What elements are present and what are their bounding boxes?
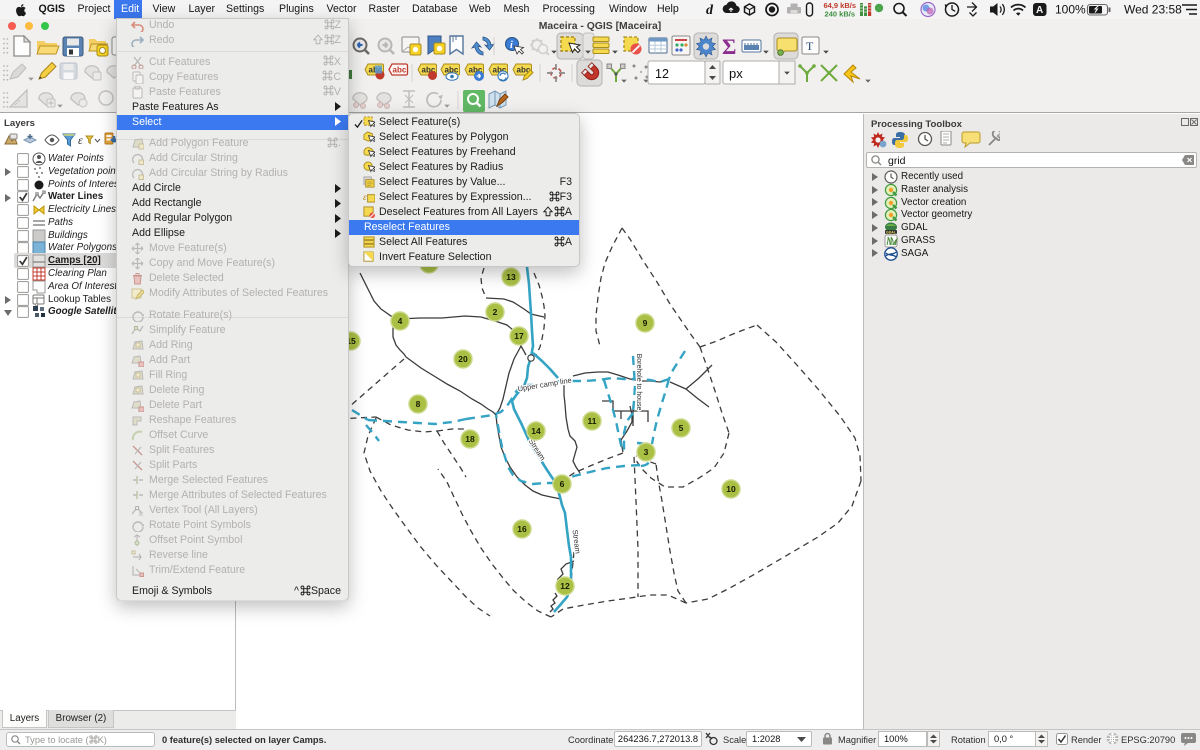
svg-text:12: 12 bbox=[655, 67, 669, 81]
svg-text:Stream: Stream bbox=[571, 529, 583, 554]
svg-text:4: 4 bbox=[398, 316, 403, 326]
svg-text:Stream: Stream bbox=[527, 437, 548, 462]
svg-text:px: px bbox=[729, 66, 743, 81]
svg-text:12: 12 bbox=[560, 581, 570, 591]
svg-text:abc: abc bbox=[393, 66, 407, 75]
svg-text:9: 9 bbox=[643, 318, 648, 328]
svg-text:Borehole to house: Borehole to house bbox=[635, 354, 642, 411]
svg-text:20: 20 bbox=[458, 354, 468, 364]
svg-text:6: 6 bbox=[560, 479, 565, 489]
svg-text:2: 2 bbox=[493, 307, 498, 317]
svg-text:3: 3 bbox=[644, 447, 649, 457]
svg-text:8: 8 bbox=[416, 399, 421, 409]
svg-text:i: i bbox=[510, 40, 513, 51]
svg-text:17: 17 bbox=[514, 331, 524, 341]
svg-text:11: 11 bbox=[588, 416, 597, 426]
svg-text:14: 14 bbox=[531, 426, 541, 436]
svg-text:16: 16 bbox=[517, 524, 527, 534]
svg-text:ε: ε bbox=[78, 133, 83, 147]
svg-text:T: T bbox=[806, 39, 814, 53]
svg-text:ε: ε bbox=[363, 193, 367, 203]
svg-text:5: 5 bbox=[679, 423, 684, 433]
svg-text:Σ: Σ bbox=[722, 34, 736, 59]
svg-text:13: 13 bbox=[506, 272, 516, 282]
svg-text:18: 18 bbox=[465, 434, 475, 444]
svg-text:10: 10 bbox=[726, 484, 736, 494]
